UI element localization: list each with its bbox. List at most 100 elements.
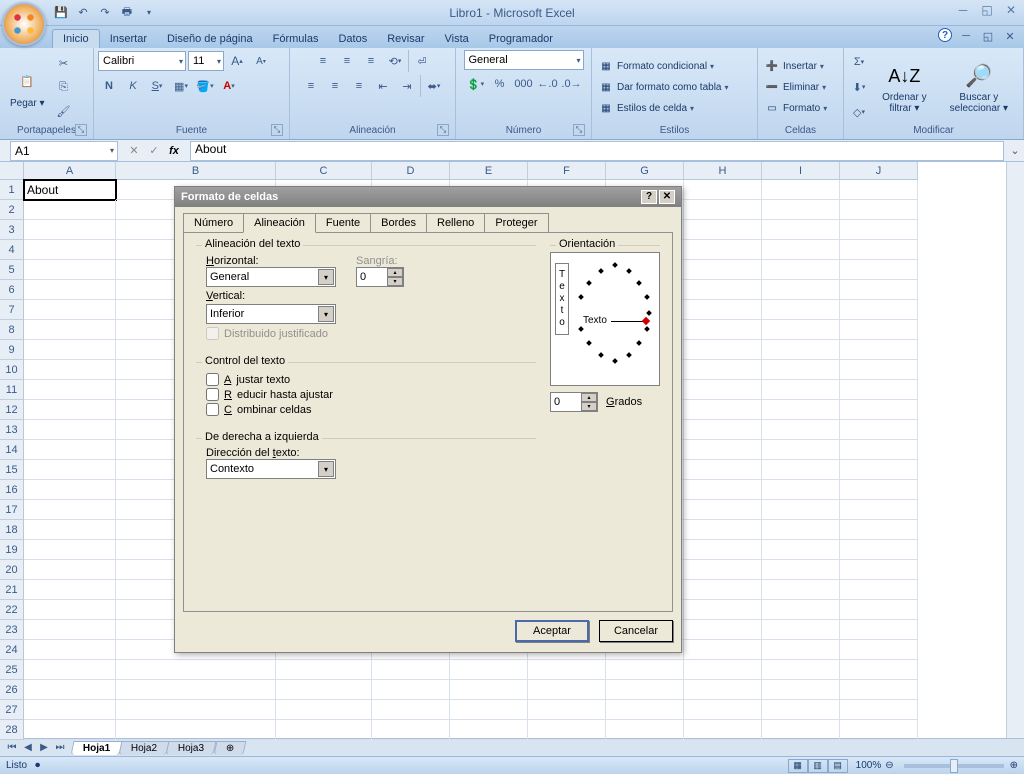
cell[interactable] — [684, 480, 762, 500]
cell[interactable] — [762, 660, 840, 680]
cell[interactable] — [762, 440, 840, 460]
cell[interactable] — [840, 600, 918, 620]
cell[interactable] — [24, 660, 116, 680]
cell[interactable] — [116, 700, 276, 720]
column-header[interactable]: A — [24, 162, 116, 180]
minimize-icon[interactable]: ─ — [954, 2, 972, 18]
cell[interactable] — [528, 700, 606, 720]
cell[interactable] — [24, 560, 116, 580]
row-header[interactable]: 24 — [0, 640, 24, 660]
cell[interactable] — [762, 240, 840, 260]
cell[interactable] — [684, 620, 762, 640]
cell[interactable] — [762, 480, 840, 500]
row-headers[interactable]: 1234567891011121314151617181920212223242… — [0, 180, 24, 740]
orientation-icon[interactable]: ⟲▾ — [384, 50, 406, 72]
tab-datos[interactable]: Datos — [328, 30, 377, 48]
cell[interactable] — [24, 520, 116, 540]
align-left-icon[interactable]: ≡ — [300, 75, 322, 97]
cell[interactable] — [840, 560, 918, 580]
cell[interactable] — [684, 700, 762, 720]
cell[interactable] — [840, 700, 918, 720]
cell[interactable] — [684, 460, 762, 480]
row-header[interactable]: 13 — [0, 420, 24, 440]
row-header[interactable]: 12 — [0, 400, 24, 420]
page-layout-view-icon[interactable]: ▥ — [808, 759, 828, 773]
merge-checkbox[interactable]: Combinar celdas — [206, 403, 526, 416]
cell[interactable] — [762, 620, 840, 640]
grow-font-icon[interactable]: A▴ — [226, 50, 248, 72]
column-header[interactable]: J — [840, 162, 918, 180]
cell[interactable] — [24, 460, 116, 480]
border-icon[interactable]: ▦ ▾ — [170, 75, 192, 97]
sheet-tab-hoja3[interactable]: Hoja3 — [166, 741, 217, 755]
cell[interactable] — [528, 660, 606, 680]
new-sheet-button[interactable]: ⊕ — [213, 741, 246, 755]
row-header[interactable]: 20 — [0, 560, 24, 580]
cell[interactable] — [606, 720, 684, 740]
vertical-align-select[interactable]: Inferior▾ — [206, 304, 336, 324]
cell[interactable] — [684, 380, 762, 400]
row-header[interactable]: 18 — [0, 520, 24, 540]
cell[interactable] — [372, 700, 450, 720]
row-header[interactable]: 11 — [0, 380, 24, 400]
cell[interactable] — [24, 400, 116, 420]
orientation-preview[interactable]: Texto Texto — [550, 252, 660, 386]
ok-button[interactable]: Aceptar — [515, 620, 589, 642]
cell[interactable] — [762, 540, 840, 560]
cell[interactable] — [450, 700, 528, 720]
align-middle-icon[interactable]: ≡ — [336, 50, 358, 72]
zoom-out-icon[interactable]: ⊖ — [885, 760, 893, 771]
redo-icon[interactable]: ↷ — [96, 4, 114, 22]
orientation-handle-icon[interactable] — [642, 317, 650, 325]
cell[interactable] — [762, 520, 840, 540]
bold-icon[interactable]: N — [98, 75, 120, 97]
cell[interactable] — [840, 520, 918, 540]
dlg-tab-bordes[interactable]: Bordes — [370, 213, 427, 233]
cell[interactable] — [684, 200, 762, 220]
row-header[interactable]: 6 — [0, 280, 24, 300]
cell[interactable] — [840, 460, 918, 480]
column-header[interactable]: D — [372, 162, 450, 180]
cell[interactable] — [24, 580, 116, 600]
cell[interactable] — [762, 600, 840, 620]
sangria-spinner[interactable]: 0▴▾ — [356, 267, 404, 287]
shrink-checkbox[interactable]: Reducir hasta ajustar — [206, 388, 526, 401]
cell[interactable] — [840, 400, 918, 420]
cell[interactable] — [528, 720, 606, 740]
sheet-nav-next-icon[interactable]: ▶ — [36, 742, 52, 753]
clear-icon[interactable]: ◇▾ — [848, 101, 870, 123]
cell[interactable] — [24, 340, 116, 360]
cell[interactable] — [840, 660, 918, 680]
dialog-titlebar[interactable]: Formato de celdas ? ✕ — [175, 187, 681, 207]
wrap-text-icon[interactable]: ⏎ — [411, 50, 433, 72]
conditional-format-button[interactable]: ▦Formato condicional▾ — [596, 57, 731, 75]
delete-cells-button[interactable]: ➖Eliminar▾ — [762, 78, 829, 96]
cell[interactable] — [606, 660, 684, 680]
text-direction-select[interactable]: Contexto▾ — [206, 459, 336, 479]
sort-filter-button[interactable]: A↓Z Ordenar y filtrar ▾ — [872, 58, 937, 116]
enter-formula-icon[interactable]: ✓ — [146, 143, 162, 159]
cell[interactable] — [762, 680, 840, 700]
cell[interactable] — [372, 680, 450, 700]
cell[interactable]: About — [24, 180, 116, 200]
row-header[interactable]: 17 — [0, 500, 24, 520]
cell[interactable] — [684, 320, 762, 340]
row-header[interactable]: 2 — [0, 200, 24, 220]
row-header[interactable]: 7 — [0, 300, 24, 320]
cell[interactable] — [840, 720, 918, 740]
cell[interactable] — [684, 440, 762, 460]
cell[interactable] — [840, 540, 918, 560]
normal-view-icon[interactable]: ▦ — [788, 759, 808, 773]
cell[interactable] — [684, 260, 762, 280]
dialog-close-icon[interactable]: ✕ — [659, 190, 675, 204]
sheet-tab-hoja1[interactable]: Hoja1 — [71, 741, 123, 755]
dlg-tab-fuente[interactable]: Fuente — [315, 213, 371, 233]
column-header[interactable]: B — [116, 162, 276, 180]
column-header[interactable]: C — [276, 162, 372, 180]
row-header[interactable]: 9 — [0, 340, 24, 360]
cell[interactable] — [24, 200, 116, 220]
qat-dropdown-icon[interactable]: ▾ — [140, 4, 158, 22]
print-preview-icon[interactable]: 🖶 — [118, 4, 136, 22]
cell[interactable] — [840, 640, 918, 660]
cell[interactable] — [840, 620, 918, 640]
